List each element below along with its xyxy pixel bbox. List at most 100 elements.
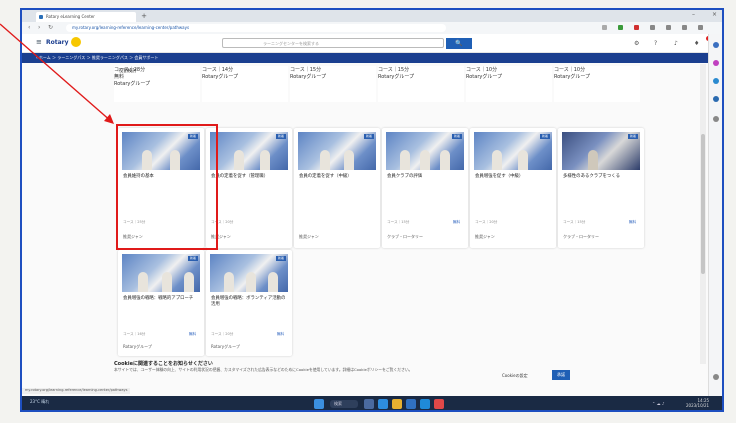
- new-tab-button[interactable]: +: [140, 12, 148, 20]
- course-meta: コース｜15分: [290, 67, 322, 73]
- course-provider: Rotaryグループ: [114, 81, 151, 87]
- course-card[interactable]: コース｜14分 Rotaryグループ: [202, 66, 288, 102]
- extension-icon[interactable]: [602, 25, 607, 30]
- notifications-icon[interactable]: ♪: [674, 40, 678, 47]
- course-card[interactable]: 新着 会員クラブの評価 コース｜15分 無料 クラブ・ロータリー: [382, 128, 468, 248]
- course-thumbnail: 新着: [210, 254, 288, 292]
- course-card[interactable]: 役割検討 コース｜28分 無料 Rotaryグループ: [114, 66, 200, 102]
- course-thumbnail: 新着: [122, 254, 200, 292]
- course-title: 会員クラブの評価: [387, 174, 423, 179]
- tab-favicon-icon: [39, 15, 43, 19]
- sidebar-settings-icon[interactable]: [713, 374, 719, 380]
- new-badge: 新着: [540, 134, 550, 139]
- edge-icon[interactable]: [378, 399, 388, 409]
- new-badge: 新着: [276, 256, 286, 261]
- course-meta: コース｜15分: [378, 67, 410, 73]
- app-icon[interactable]: [434, 399, 444, 409]
- taskbar-search[interactable]: 検索: [330, 400, 358, 408]
- course-card[interactable]: 新着 会員の定着を促す（管理職） コース｜20分 推奨ジャン: [206, 128, 292, 248]
- course-meta: コース｜15分: [563, 220, 586, 224]
- profile-icon[interactable]: [682, 25, 687, 30]
- extension-icon[interactable]: [618, 25, 623, 30]
- course-provider: Rotaryグループ: [211, 344, 240, 349]
- favorites-icon[interactable]: [650, 25, 655, 30]
- course-meta: コース｜15分: [387, 220, 410, 224]
- course-price: 無料: [452, 220, 460, 224]
- mail-icon[interactable]: [420, 399, 430, 409]
- scrollbar-thumb[interactable]: [701, 134, 705, 274]
- clock[interactable]: 14:25 2023/10/21: [686, 398, 709, 408]
- weather-widget[interactable]: 23°C 晴れ: [30, 399, 49, 405]
- browser-sidebar: [708, 34, 722, 406]
- course-card[interactable]: 新着 多様性のあるクラブをつくる コース｜15分 無料 クラブ・ロータリー: [558, 128, 644, 248]
- course-card[interactable]: 新着 会員の定着を促す（中級） 推奨ジャン: [294, 128, 380, 248]
- course-price: 無料: [114, 74, 125, 80]
- sidebar-search-icon[interactable]: [713, 42, 719, 48]
- status-url: my.rotary.org/learning-reference/learnin…: [22, 388, 131, 394]
- highlight-box: [116, 124, 218, 250]
- course-title: 会員の定着を促す（管理職）: [211, 174, 269, 179]
- store-icon[interactable]: [406, 399, 416, 409]
- course-card[interactable]: 新着 会員増強の戦略：ボランティア活動の活用 コース｜20分 無料 Rotary…: [206, 250, 292, 356]
- course-card[interactable]: コース｜15分 Rotaryグループ: [290, 66, 376, 102]
- site-header: ≡ Rotary ラーニングセンターを検索する 🔍 ⚙ ? ♪ ♦: [22, 34, 711, 53]
- explorer-icon[interactable]: [392, 399, 402, 409]
- course-provider: クラブ・ロータリー: [387, 234, 423, 239]
- search-button[interactable]: 🔍: [446, 38, 472, 49]
- course-card[interactable]: コース｜15分 Rotaryグループ: [378, 66, 464, 102]
- site-logo[interactable]: Rotary: [46, 39, 69, 46]
- course-title: 役割検討: [119, 69, 137, 74]
- minimize-button[interactable]: –: [692, 11, 695, 18]
- settings-icon[interactable]: ⚙: [634, 40, 639, 47]
- course-price: 無料: [188, 332, 196, 336]
- back-button[interactable]: ‹: [28, 24, 30, 31]
- monitor-screen: Rotary eLearning Center + – × ‹ › ↻ my.r…: [20, 8, 724, 412]
- page-scrollbar[interactable]: [700, 64, 706, 364]
- taskview-icon[interactable]: [364, 399, 374, 409]
- course-title: 多様性のあるクラブをつくる: [563, 174, 620, 179]
- sidebar-add-icon[interactable]: [713, 116, 719, 122]
- collections-icon[interactable]: [666, 25, 671, 30]
- course-provider: Rotaryグループ: [202, 74, 239, 80]
- course-provider: Rotaryグループ: [466, 74, 503, 80]
- system-tray-icon[interactable]: ⌃ ☁ ♪: [652, 401, 664, 406]
- more-menu-icon[interactable]: [698, 25, 703, 30]
- cookie-accept-button[interactable]: 承諾: [552, 370, 570, 380]
- sidebar-app-icon[interactable]: [713, 96, 719, 102]
- search-input[interactable]: ラーニングセンターを検索する: [222, 38, 444, 48]
- tab-title: Rotary eLearning Center: [46, 14, 95, 19]
- cookie-settings-link[interactable]: Cookieの設定: [502, 373, 528, 379]
- start-icon[interactable]: [314, 399, 324, 409]
- cart-icon[interactable]: ♦: [694, 40, 699, 47]
- course-card[interactable]: コース｜10分 Rotaryグループ: [554, 66, 640, 102]
- browser-tab[interactable]: Rotary eLearning Center: [36, 12, 136, 22]
- breadcrumb[interactable]: ‹ ホーム ＞ ラーニングパス ＞ 推奨ラーニングパス ＞ 会員サポート: [22, 53, 708, 63]
- reload-button[interactable]: ↻: [48, 24, 53, 31]
- extension-icon[interactable]: [634, 25, 639, 30]
- sidebar-app-icon[interactable]: [713, 78, 719, 84]
- course-thumbnail: 新着: [210, 132, 288, 170]
- course-thumbnail: 新着: [298, 132, 376, 170]
- course-provider: Rotaryグループ: [290, 74, 327, 80]
- course-meta: コース｜10分: [466, 67, 498, 73]
- close-window-button[interactable]: ×: [712, 11, 717, 18]
- url-field[interactable]: my.rotary.org/learning-reference/learnin…: [66, 24, 446, 32]
- taskbar: 23°C 晴れ 検索 ⌃ ☁ ♪ 14:25 2023/10/21: [22, 396, 722, 410]
- hamburger-menu-icon[interactable]: ≡: [36, 38, 42, 46]
- course-title: 会員増強の戦略：戦略的アプローチ: [123, 296, 194, 301]
- course-title: 会員の定着を促す（中級）: [299, 174, 352, 179]
- course-thumbnail: 新着: [386, 132, 464, 170]
- course-card[interactable]: コース｜10分 Rotaryグループ: [466, 66, 552, 102]
- sidebar-app-icon[interactable]: [713, 60, 719, 66]
- course-card[interactable]: 新着 会員増強を促す（中級） コース｜20分 推奨ジャン: [470, 128, 556, 248]
- course-provider: 推奨ジャン: [299, 234, 319, 239]
- help-icon[interactable]: ?: [654, 40, 657, 47]
- rotary-wheel-icon: [71, 37, 81, 47]
- course-meta: コース｜20分: [211, 332, 234, 336]
- cookie-text: 本サイトでは、ユーザー体験の向上、サイトの利用状況の把握、カスタマイズされた広告…: [114, 367, 413, 372]
- forward-button[interactable]: ›: [38, 24, 40, 31]
- course-title: 会員増強の戦略：ボランティア活動の活用: [211, 296, 286, 307]
- course-card[interactable]: 新着 会員増強の戦略：戦略的アプローチ コース｜16分 無料 Rotaryグルー…: [118, 250, 204, 356]
- clock-date: 2023/10/21: [686, 403, 710, 408]
- course-provider: クラブ・ロータリー: [563, 234, 599, 239]
